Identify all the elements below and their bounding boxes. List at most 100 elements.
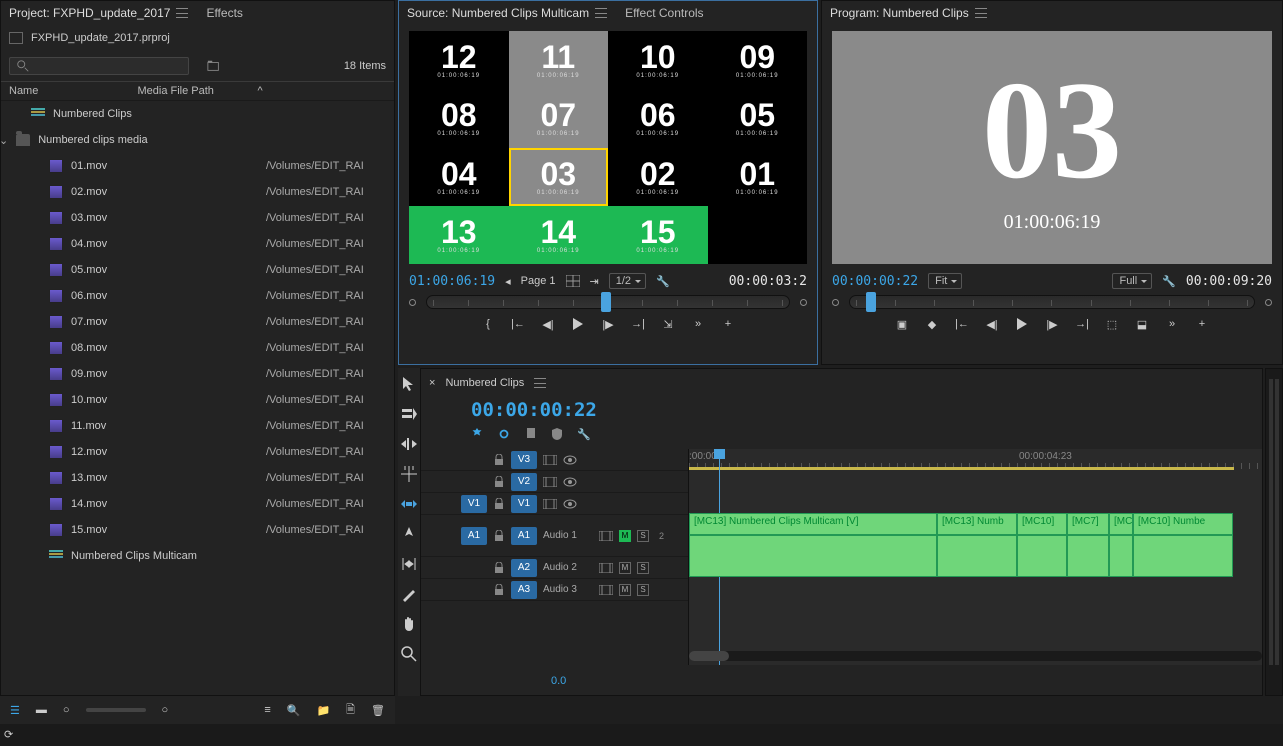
col-path[interactable]: Media File Path: [138, 85, 258, 97]
program-tc-duration[interactable]: 00:00:09:20: [1186, 274, 1272, 289]
search-input[interactable]: [9, 57, 189, 75]
freeform-view-icon[interactable]: ○: [63, 704, 70, 716]
overflow-icon[interactable]: »: [1162, 315, 1182, 333]
multicam-cell[interactable]: 1401:00:06:19: [509, 206, 609, 264]
fit-dropdown[interactable]: Fit: [928, 273, 962, 289]
zoom-dropdown[interactable]: 1/2: [609, 273, 646, 289]
project-row[interactable]: 13.mov/Volumes/EDIT_RAI: [1, 465, 394, 491]
project-row[interactable]: 09.mov/Volumes/EDIT_RAI: [1, 361, 394, 387]
video-clip[interactable]: [MC13] Numbered Clips Multicam [V]: [689, 513, 937, 535]
lock-icon[interactable]: [493, 476, 505, 488]
multicam-cell[interactable]: 1001:00:06:19: [608, 31, 708, 89]
eye-icon[interactable]: [563, 477, 577, 487]
icon-view-icon[interactable]: ▬: [36, 704, 47, 716]
scrub-start-icon[interactable]: [409, 299, 416, 306]
zoom-value[interactable]: 0.0: [551, 675, 566, 687]
source-patch[interactable]: V1: [461, 495, 487, 513]
audio-clip[interactable]: [1133, 535, 1233, 577]
video-clip[interactable]: [MC10] Numbe: [1133, 513, 1233, 535]
track-target[interactable]: A3: [511, 581, 537, 599]
settings-wrench-icon[interactable]: 🔧: [656, 275, 670, 288]
track-target[interactable]: A1: [511, 527, 537, 545]
thumb-slider[interactable]: [86, 708, 146, 712]
snap-icon[interactable]: [471, 428, 483, 440]
insert-icon[interactable]: ⇲: [658, 315, 678, 333]
project-row[interactable]: 03.mov/Volumes/EDIT_RAI: [1, 205, 394, 231]
auto-seq-icon[interactable]: ≡: [264, 704, 270, 716]
list-view-icon[interactable]: ☰: [10, 704, 20, 717]
video-track-header[interactable]: V3: [421, 449, 688, 471]
audio-clip[interactable]: [1017, 535, 1067, 577]
panel-menu-icon[interactable]: [176, 8, 188, 18]
multicam-cell[interactable]: 1501:00:06:19: [608, 206, 708, 264]
tab-project[interactable]: Project: FXPHD_update_2017: [9, 6, 188, 20]
project-row[interactable]: Numbered Clips Multicam: [1, 543, 394, 569]
solo-button[interactable]: S: [637, 562, 649, 574]
step-fwd-icon[interactable]: |▶: [598, 315, 618, 333]
add-button-icon[interactable]: +: [1192, 315, 1212, 333]
audio-meters[interactable]: [1265, 368, 1283, 696]
lane-v1[interactable]: [MC13] Numbered Clips Multicam [V][MC13]…: [689, 513, 1262, 535]
video-track-header[interactable]: V2: [421, 471, 688, 493]
audio-track-header[interactable]: A2Audio 2MS: [421, 557, 688, 579]
lock-icon[interactable]: [493, 498, 505, 510]
program-scrubber[interactable]: [849, 295, 1255, 309]
multicam-grid[interactable]: 1201:00:06:191101:00:06:191001:00:06:190…: [409, 31, 807, 264]
video-clip[interactable]: [MC10]: [1017, 513, 1067, 535]
time-ruler[interactable]: :00:00 00:00:04:23: [689, 449, 1262, 469]
source-tc-current[interactable]: 01:00:06:19: [409, 274, 495, 289]
multicam-cell[interactable]: 0401:00:06:19: [409, 148, 509, 206]
video-clip[interactable]: [MC7]: [1067, 513, 1109, 535]
audio-clip[interactable]: [689, 535, 937, 577]
resolution-dropdown[interactable]: Full: [1112, 273, 1152, 289]
project-row[interactable]: 06.mov/Volumes/EDIT_RAI: [1, 283, 394, 309]
project-row[interactable]: 14.mov/Volumes/EDIT_RAI: [1, 491, 394, 517]
panel-menu-icon[interactable]: [975, 8, 987, 18]
project-row[interactable]: Numbered Clips: [1, 101, 394, 127]
multicam-cell[interactable]: 0901:00:06:19: [708, 31, 808, 89]
find-icon[interactable]: 🔍: [287, 704, 301, 717]
slip-tool-icon[interactable]: [401, 496, 417, 512]
new-item-icon[interactable]: 🗎: [346, 701, 355, 720]
column-headers[interactable]: Name Media File Path ^: [1, 81, 394, 101]
lock-icon[interactable]: [493, 530, 505, 542]
project-row[interactable]: 07.mov/Volumes/EDIT_RAI: [1, 309, 394, 335]
project-row[interactable]: 11.mov/Volumes/EDIT_RAI: [1, 413, 394, 439]
lock-icon[interactable]: [493, 562, 505, 574]
mute-button[interactable]: M: [619, 530, 631, 542]
multicam-cell[interactable]: 1201:00:06:19: [409, 31, 509, 89]
tab-program[interactable]: Program: Numbered Clips: [830, 6, 987, 20]
project-row[interactable]: 05.mov/Volumes/EDIT_RAI: [1, 257, 394, 283]
lock-icon[interactable]: [493, 454, 505, 466]
pen2-tool-icon[interactable]: [401, 586, 417, 602]
source-scrubber[interactable]: [426, 295, 790, 309]
grid-options-icon[interactable]: [566, 275, 580, 287]
program-monitor[interactable]: 03 01:00:06:19: [832, 31, 1272, 264]
timeline-tc[interactable]: 00:00:00:22: [421, 397, 1262, 427]
shield-icon[interactable]: [551, 427, 563, 441]
mark-in-icon[interactable]: {: [478, 315, 498, 333]
cc-sync-icon[interactable]: ⟳: [0, 724, 17, 745]
sort-icon[interactable]: ○: [162, 704, 169, 716]
go-out-icon[interactable]: →|: [628, 315, 648, 333]
track-target[interactable]: V3: [511, 451, 537, 469]
panel-menu-icon[interactable]: [595, 8, 607, 18]
extract-icon[interactable]: ⬓: [1132, 315, 1152, 333]
add-button-icon[interactable]: +: [718, 315, 738, 333]
video-clip[interactable]: [MC13] Numb: [937, 513, 1017, 535]
scrub-start-icon[interactable]: [832, 299, 839, 306]
multicam-cell[interactable]: 0201:00:06:19: [608, 148, 708, 206]
track-select-tool-icon[interactable]: [401, 406, 417, 422]
selection-tool-icon[interactable]: [401, 376, 417, 392]
multicam-cell[interactable]: 0801:00:06:19: [409, 89, 509, 147]
program-tc-current[interactable]: 00:00:00:22: [832, 274, 918, 289]
audio-clip[interactable]: [1109, 535, 1133, 577]
play-icon[interactable]: [1012, 315, 1032, 333]
lane-a1[interactable]: [689, 535, 1262, 577]
panel-menu-icon[interactable]: [534, 378, 546, 388]
source-patch[interactable]: A1: [461, 527, 487, 545]
overflow-icon[interactable]: »: [688, 315, 708, 333]
film-icon[interactable]: [543, 477, 557, 487]
step-fwd-icon[interactable]: |▶: [1042, 315, 1062, 333]
project-row[interactable]: 02.mov/Volumes/EDIT_RAI: [1, 179, 394, 205]
